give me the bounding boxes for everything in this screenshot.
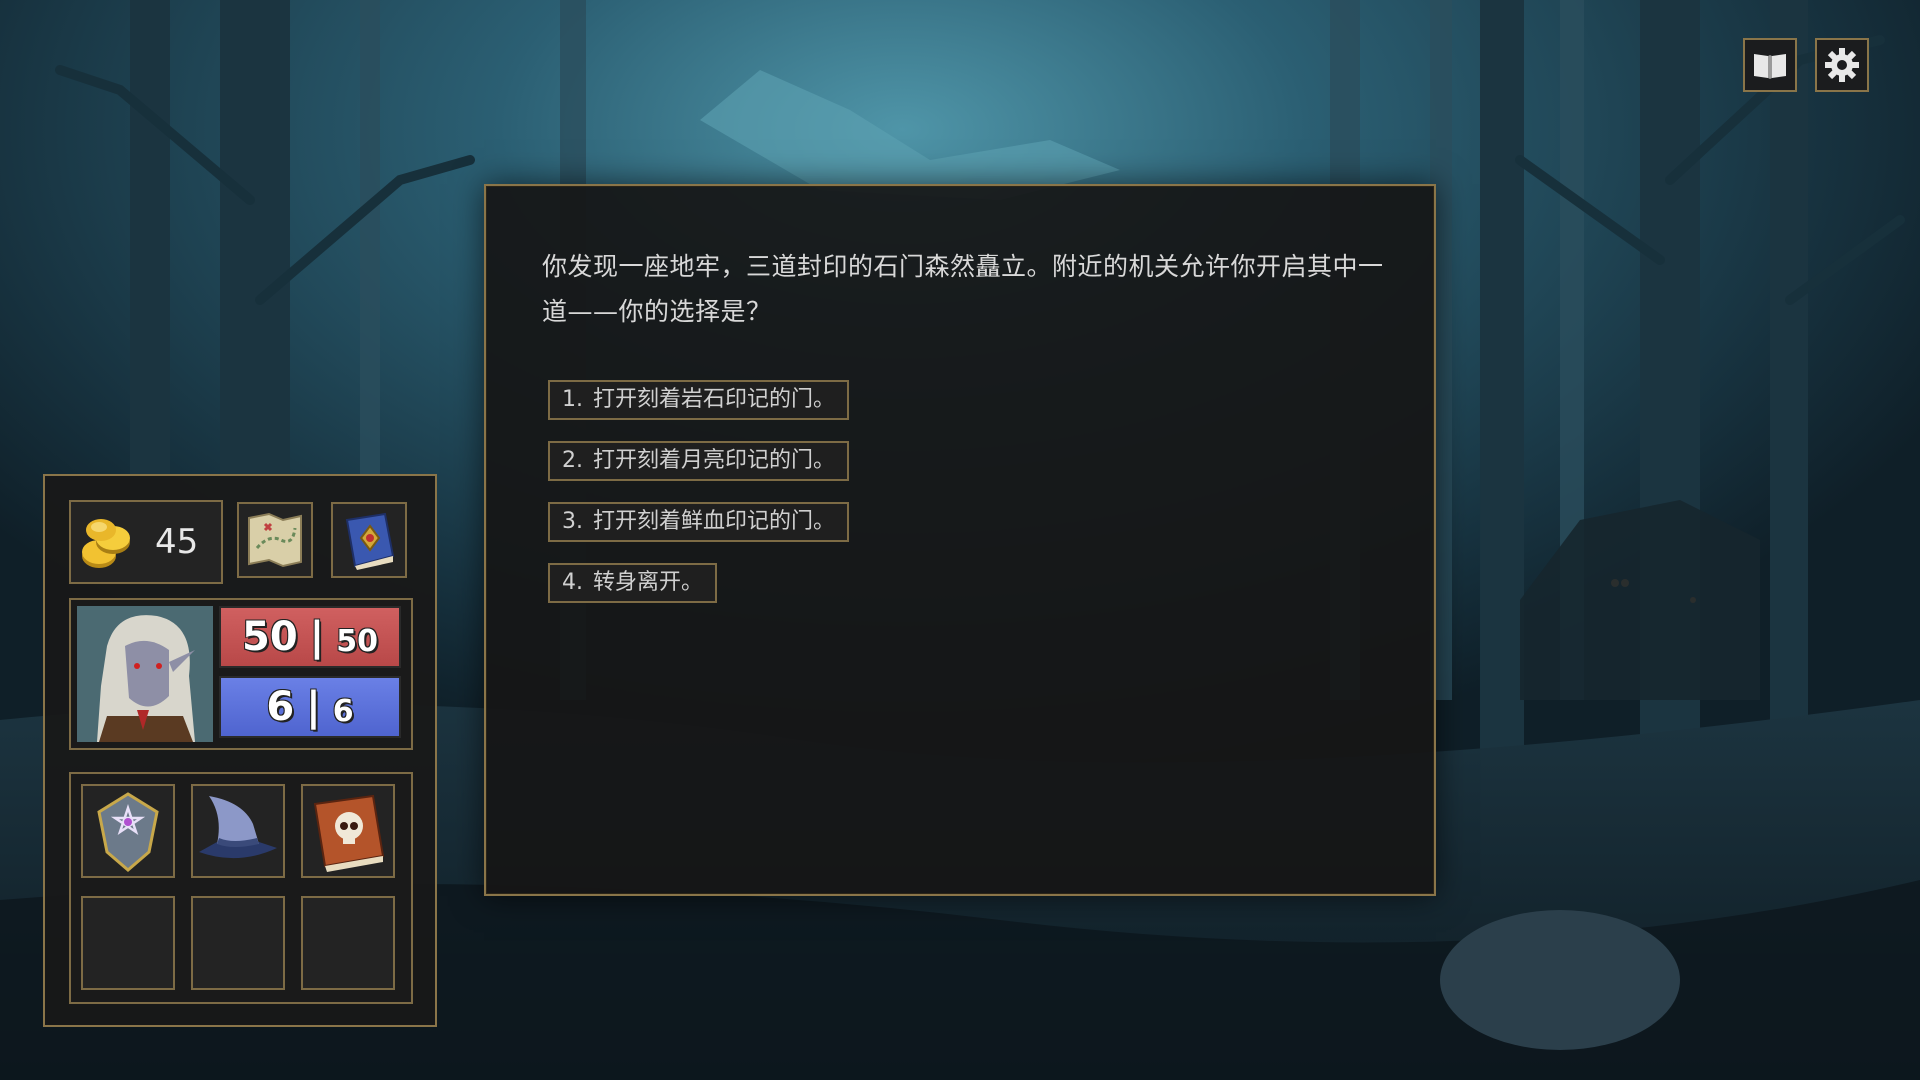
- gold-counter: 45: [69, 500, 223, 584]
- hero-portrait: [77, 606, 213, 742]
- journal-button[interactable]: [1743, 38, 1797, 92]
- gold-coins-icon: [82, 519, 130, 568]
- equipment-slot-1[interactable]: [81, 784, 175, 878]
- treasure-map-icon: [248, 512, 302, 568]
- player-panel: 45 50 | 50 6 | 6: [43, 474, 437, 1027]
- choice-number: 4.: [562, 570, 583, 595]
- settings-button[interactable]: [1815, 38, 1869, 92]
- quick-item-slot-2[interactable]: [331, 502, 407, 578]
- mana-bar: 6 | 6: [219, 676, 401, 738]
- choice-label: 打开刻着鲜血印记的门。: [593, 509, 836, 534]
- pentagram-shield-icon: [97, 792, 159, 872]
- event-dialog: 你发现一座地牢，三道封印的石门森然矗立。附近的机关允许你开启其中一道——你的选择…: [484, 184, 1436, 896]
- book-icon: [1754, 54, 1786, 79]
- choice-label: 打开刻着月亮印记的门。: [593, 448, 836, 473]
- wizard-hat-icon: [199, 796, 277, 859]
- choice-number: 3.: [562, 509, 583, 534]
- story-text: 你发现一座地牢，三道封印的石门森然矗立。附近的机关允许你开启其中一道——你的选择…: [542, 252, 1384, 326]
- mp-separator: |: [306, 684, 321, 730]
- choice-number: 2.: [562, 448, 583, 473]
- hp-max: 50: [336, 623, 379, 659]
- gear-icon: [1825, 48, 1859, 82]
- mp-current: 6: [266, 684, 295, 730]
- choice-4-button[interactable]: 4. 转身离开。: [548, 563, 718, 603]
- choice-label: 转身离开。: [593, 570, 704, 595]
- equipment-slot-3[interactable]: [301, 784, 395, 878]
- choice-label: 打开刻着岩石印记的门。: [593, 387, 836, 412]
- quick-item-slot-1[interactable]: [237, 502, 313, 578]
- equipment-grid: [69, 772, 413, 1004]
- hp-separator: |: [309, 614, 325, 660]
- skull-tome-icon: [313, 794, 385, 872]
- spellbook-icon: [345, 512, 395, 570]
- hero-status: 50 | 50 6 | 6: [69, 598, 413, 750]
- mp-max: 6: [332, 693, 354, 729]
- choice-1-button[interactable]: 1. 打开刻着岩石印记的门。: [548, 380, 850, 420]
- choice-2-button[interactable]: 2. 打开刻着月亮印记的门。: [548, 441, 850, 481]
- gold-amount: 45: [155, 522, 199, 562]
- equipment-slot-5[interactable]: [191, 896, 285, 990]
- equipment-slot-4[interactable]: [81, 896, 175, 990]
- choice-number: 1.: [562, 387, 583, 412]
- health-bar: 50 | 50: [219, 606, 401, 668]
- equipment-slot-6[interactable]: [301, 896, 395, 990]
- equipment-slot-2[interactable]: [191, 784, 285, 878]
- choice-3-button[interactable]: 3. 打开刻着鲜血印记的门。: [548, 502, 850, 542]
- hp-current: 50: [241, 614, 298, 660]
